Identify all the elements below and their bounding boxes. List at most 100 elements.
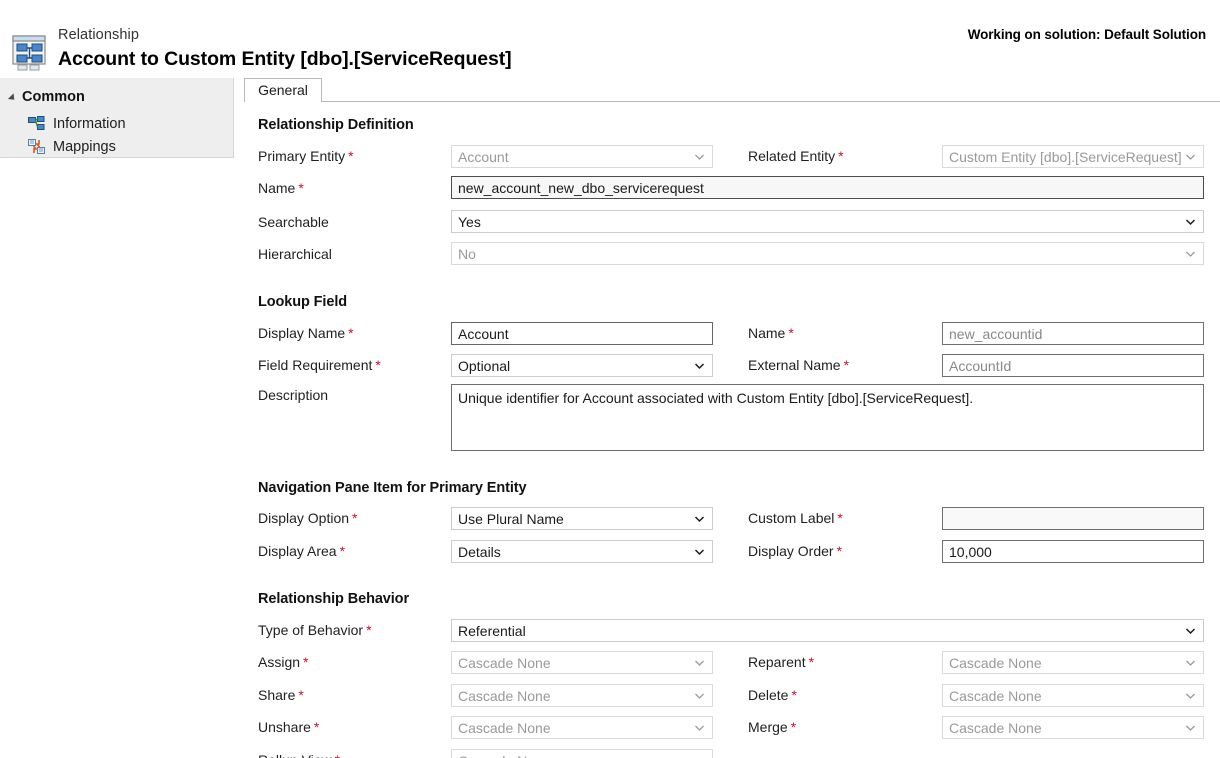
display-option-select[interactable]: Use Plural Name (451, 507, 713, 530)
working-solution-label: Working on solution: Default Solution (967, 27, 1206, 42)
label-text: Searchable (258, 214, 329, 230)
delete-value: Cascade None (949, 687, 1042, 704)
relationship-name-input[interactable]: new_account_new_dbo_servicerequest (451, 176, 1204, 199)
sidebar: Common Information Mappings (0, 78, 234, 158)
label-text: Delete (748, 687, 789, 703)
label-text: Display Name (258, 325, 346, 341)
chevron-down-icon (1186, 251, 1195, 257)
chevron-down-icon (1186, 154, 1195, 160)
sidebar-item-label: Mappings (53, 139, 116, 155)
lookup-name-value: new_accountid (949, 325, 1043, 342)
label-text: Description (258, 387, 329, 403)
reparent-select[interactable]: Cascade None (942, 651, 1204, 674)
form-content: Relationship Definition Primary Entity * … (235, 102, 1220, 758)
required-marker: * (790, 719, 797, 735)
section-title-lookup-field: Lookup Field (258, 294, 348, 310)
required-marker: * (808, 654, 815, 670)
chevron-down-icon (694, 362, 705, 369)
chevron-down-icon (695, 660, 704, 666)
label-text: Display Order (748, 543, 834, 559)
merge-value: Cascade None (949, 719, 1042, 736)
display-order-input[interactable]: 10,000 (942, 540, 1204, 563)
required-marker: * (837, 510, 843, 526)
label-display-area: Display Area * (258, 543, 345, 559)
relationship-diagram-icon (10, 34, 50, 72)
header-eyebrow: Relationship (58, 27, 139, 43)
sidebar-group-label: Common (22, 89, 85, 105)
required-marker: * (843, 357, 850, 373)
label-text: Related Entity (748, 148, 836, 164)
sidebar-item-mappings[interactable]: Mappings (28, 139, 116, 155)
custom-label-input[interactable] (942, 507, 1204, 530)
label-assign: Assign * (258, 654, 308, 670)
required-marker: * (348, 325, 354, 341)
field-requirement-select[interactable]: Optional (451, 354, 713, 377)
searchable-select[interactable]: Yes (451, 210, 1204, 233)
page-title: Account to Custom Entity [dbo].[ServiceR… (58, 48, 512, 70)
hierarchical-select[interactable]: No (451, 242, 1204, 265)
tab-strip: General (234, 78, 1220, 115)
chevron-down-icon (1185, 627, 1196, 634)
section-title-relationship-definition: Relationship Definition (258, 117, 414, 133)
description-textarea[interactable]: Unique identifier for Account associated… (451, 384, 1204, 451)
display-name-value: Account (458, 325, 509, 342)
rollup-view-select[interactable]: Cascade None (451, 749, 713, 758)
primary-entity-select[interactable]: Account (451, 145, 713, 168)
required-marker: * (348, 148, 354, 164)
required-marker: * (335, 752, 340, 758)
lookup-name-input[interactable]: new_accountid (942, 322, 1204, 345)
merge-select[interactable]: Cascade None (942, 716, 1204, 739)
external-name-input[interactable]: AccountId (942, 354, 1204, 377)
label-text: External Name (748, 357, 841, 373)
label-text: Share (258, 687, 296, 703)
chevron-down-icon (1185, 218, 1196, 225)
label-text: Primary Entity (258, 148, 346, 164)
required-marker: * (298, 687, 304, 703)
unshare-select[interactable]: Cascade None (451, 716, 713, 739)
label-text: Assign (258, 654, 301, 670)
sidebar-item-information[interactable]: Information (28, 116, 126, 132)
label-rollup-view: Rollup View* (258, 752, 340, 758)
chevron-down-icon (1186, 660, 1195, 666)
display-area-value: Details (458, 543, 501, 560)
label-text: Unshare (258, 719, 311, 735)
assign-value: Cascade None (458, 654, 551, 671)
searchable-value: Yes (458, 213, 481, 230)
chevron-down-icon (7, 92, 18, 103)
label-merge: Merge * (748, 719, 796, 735)
display-name-input[interactable]: Account (451, 322, 713, 345)
label-text: Hierarchical (258, 246, 332, 262)
header-text-block: Relationship Account to Custom Entity [d… (58, 26, 512, 72)
type-of-behavior-select[interactable]: Referential (451, 619, 1204, 642)
hierarchical-value: No (458, 245, 476, 262)
label-share: Share * (258, 687, 304, 703)
required-marker: * (313, 719, 320, 735)
label-description: Description (258, 387, 328, 403)
label-text: Field Requirement (258, 357, 373, 373)
required-marker: * (836, 543, 843, 559)
share-value: Cascade None (458, 687, 551, 704)
display-option-value: Use Plural Name (458, 510, 564, 527)
label-text: Custom Label (748, 510, 835, 526)
chevron-down-icon (694, 515, 705, 522)
type-of-behavior-value: Referential (458, 622, 526, 639)
label-text: Name (748, 325, 786, 341)
assign-select[interactable]: Cascade None (451, 651, 713, 674)
delete-select[interactable]: Cascade None (942, 684, 1204, 707)
label-text: Display Area (258, 543, 337, 559)
related-entity-value: Custom Entity [dbo].[ServiceRequest] (949, 148, 1182, 165)
required-marker: * (375, 357, 381, 373)
label-text: Display Option (258, 510, 350, 526)
label-type-of-behavior: Type of Behavior * (258, 622, 372, 638)
chevron-down-icon (694, 548, 705, 555)
sidebar-group-common[interactable]: Common (7, 89, 85, 105)
reparent-value: Cascade None (949, 654, 1042, 671)
required-marker: * (791, 687, 797, 703)
related-entity-select[interactable]: Custom Entity [dbo].[ServiceRequest] (942, 145, 1204, 168)
label-unshare: Unshare * (258, 719, 319, 735)
display-area-select[interactable]: Details (451, 540, 713, 563)
share-select[interactable]: Cascade None (451, 684, 713, 707)
label-text: Type of Behavior (258, 622, 364, 638)
required-marker: * (352, 510, 358, 526)
required-marker: * (303, 654, 309, 670)
